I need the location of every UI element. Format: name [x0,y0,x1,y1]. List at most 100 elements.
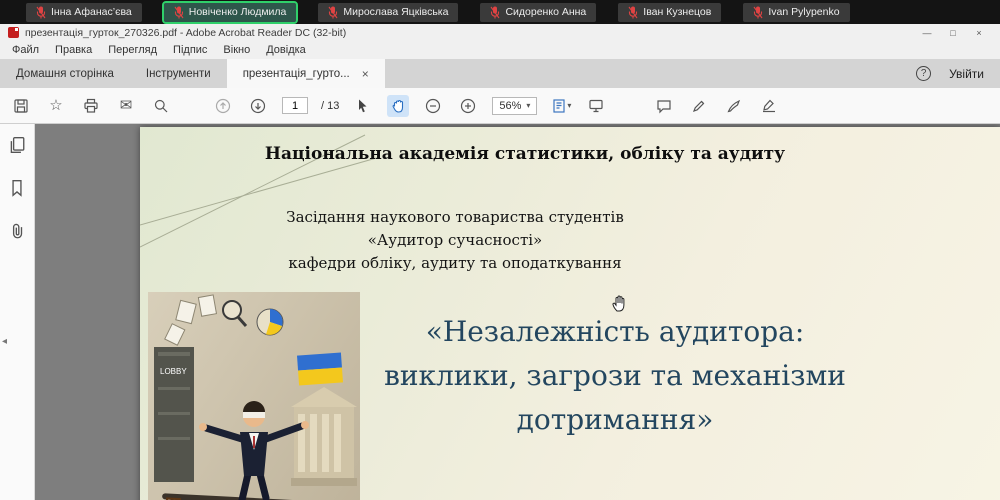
search-icon [154,99,168,112]
muted-mic-icon [328,6,338,18]
menu-file[interactable]: Файл [4,44,47,56]
fill-sign-button[interactable] [758,95,780,117]
participant-tile[interactable]: Мирослава Яцківська [318,2,459,22]
page-view-icon [553,98,565,113]
window-controls: — □ × [914,28,992,38]
search-button[interactable] [150,95,172,117]
pages-panel-icon [10,137,25,153]
participant-tile-active-speaker[interactable]: Новіченко Людмила [161,0,299,24]
comment-button[interactable] [653,95,675,117]
sign-button[interactable] [723,95,745,117]
help-button[interactable]: ? [916,66,932,81]
hand-tool-icon [392,99,404,113]
subtitle-line: кафедри обліку, аудиту та оподаткування [288,254,622,272]
muted-mic-icon [36,6,46,18]
subtitle-line: «Аудитор сучасності» [367,231,543,249]
navigation-side-panel: ◂ [0,124,35,500]
muted-mic-icon [753,6,763,18]
minimize-button[interactable]: — [914,28,940,38]
blindfold [243,412,265,418]
zoom-out-button[interactable] [422,95,444,117]
fountain-pen-icon [727,99,741,112]
page-view-dropdown[interactable]: ▾ [550,95,572,117]
pdf-page: Національна академія статистики, обліку … [140,127,1000,500]
participant-name: Інна Афанас’єва [51,6,132,18]
slide-main-title: «Незалежність аудитора: виклики, загрози… [370,310,860,442]
menu-bar: Файл Правка Перегляд Підпис Вікно Довідк… [0,41,1000,59]
slide-subtitle: Засідання наукового товариства студентів… [140,206,770,275]
participant-name: Ivan Pylypenko [768,6,840,18]
ukraine-flag [297,352,343,386]
acrobat-pdf-icon [8,27,19,38]
lobby-sign: LOBBY [160,367,187,376]
tab-document-active[interactable]: презентація_гурто... × [226,59,385,88]
zoom-level-value: 56% [499,99,522,112]
menu-edit[interactable]: Правка [47,44,100,56]
page-up-button[interactable] [212,95,234,117]
tab-label: презентація_гурто... [242,67,350,80]
tab-home[interactable]: Домашня сторінка [0,59,130,88]
tab-close-icon[interactable]: × [362,67,369,81]
fill-sign-icon [763,99,776,112]
zoom-level-dropdown[interactable]: 56% ▾ [492,96,538,115]
participant-name: Новіченко Людмила [188,6,287,18]
tab-tools[interactable]: Інструменти [130,59,227,88]
participant-tile[interactable]: Сидоренко Анна [480,2,597,22]
title-line: дотримання» [516,403,714,436]
select-tool-button[interactable] [352,95,374,117]
save-button[interactable] [10,95,32,117]
participant-name: Іван Кузнецов [643,6,712,18]
title-line: виклики, загрози та механізми [384,359,846,392]
screen-icon [589,99,604,112]
participant-name: Сидоренко Анна [505,6,587,18]
muted-mic-icon [174,6,184,18]
participant-tile[interactable]: Ivan Pylypenko [743,2,850,22]
tabbar-right-zone: ? Увійти [916,59,1000,88]
bookmark-icon [12,180,22,197]
muted-mic-icon [628,6,638,18]
envelope-icon: ✉ [119,97,133,114]
zoom-in-button[interactable] [457,95,479,117]
menu-view[interactable]: Перегляд [100,44,165,56]
highlight-button[interactable] [688,95,710,117]
subtitle-line: Засідання наукового товариства студентів [286,208,624,226]
comment-bubble-icon [657,99,672,113]
pages-panel-button[interactable] [8,136,26,159]
participant-tile[interactable]: Інна Афанас’єва [26,2,142,22]
meeting-participant-bar: Інна Афанас’єва Новіченко Людмила Миросл… [0,0,1000,24]
arrow-down-circle-icon [250,98,266,113]
tab-label: Домашня сторінка [16,67,114,80]
hand-tool-button[interactable] [387,94,410,117]
star-icon: ☆ [49,97,63,114]
document-canvas[interactable]: Національна академія статистики, обліку … [35,124,1000,500]
paperclip-icon [12,223,23,239]
panel-collapse-arrow[interactable]: ◂ [2,336,7,347]
favorite-button[interactable]: ☆ [45,95,67,117]
page-down-button[interactable] [247,95,269,117]
auditor-illustration: LOBBY [148,292,360,500]
minus-circle-icon [426,98,441,113]
bookmarks-panel-button[interactable] [8,179,26,202]
page-number-input[interactable] [282,97,308,114]
magnifier-icon [222,300,242,320]
close-button[interactable]: × [966,28,992,38]
attachments-panel-button[interactable] [8,222,26,245]
tab-label: Інструменти [145,67,211,80]
muted-mic-icon [491,6,500,18]
signin-button[interactable]: Увійти [949,67,984,81]
pie-chart-icon [256,308,284,336]
presentation-mode-button[interactable] [585,95,607,117]
menu-sign[interactable]: Підпис [165,44,215,56]
print-button[interactable] [80,95,102,117]
title-line: «Незалежність аудитора: [425,315,805,348]
save-icon [14,98,28,113]
email-button[interactable]: ✉ [115,95,137,117]
participant-tile[interactable]: Іван Кузнецов [618,2,722,22]
tab-bar: Домашня сторінка Інструменти презентація… [0,59,1000,88]
menu-window[interactable]: Вікно [215,44,258,56]
plus-circle-icon [461,98,476,113]
menu-help[interactable]: Довідка [258,44,314,56]
page-count-label: / 13 [321,99,340,112]
print-icon [84,98,98,113]
maximize-button[interactable]: □ [940,28,966,38]
